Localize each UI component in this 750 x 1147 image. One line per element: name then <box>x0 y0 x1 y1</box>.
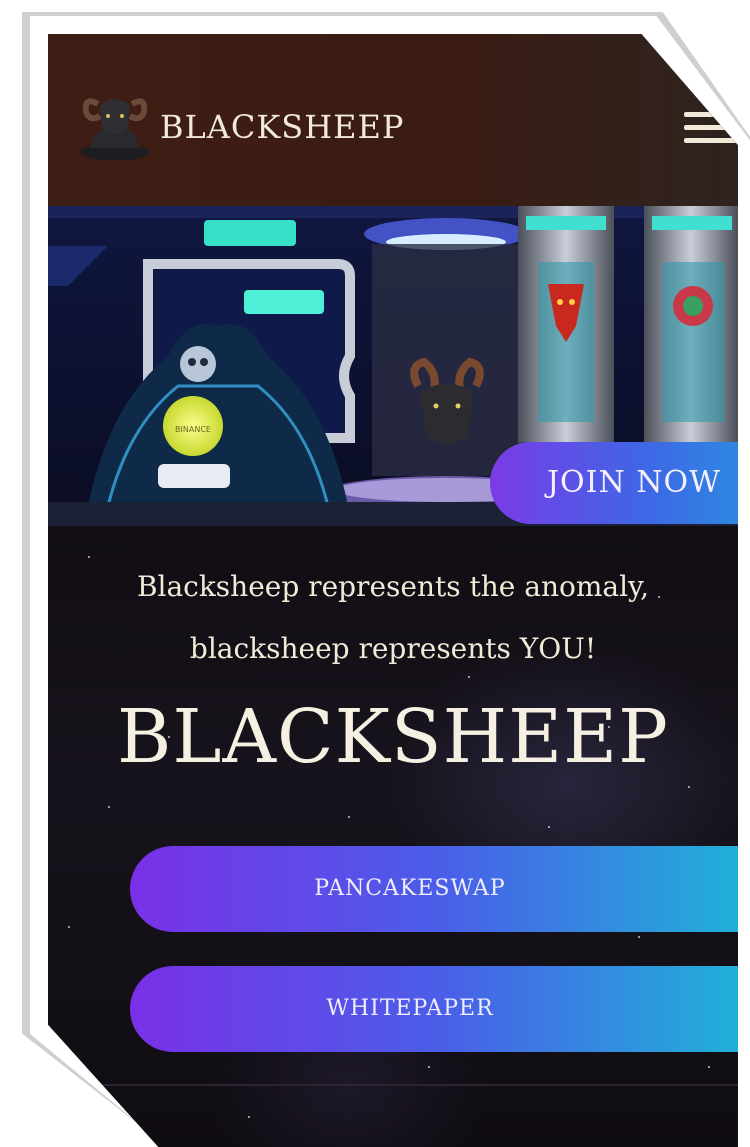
orb-label: BINANCE <box>175 425 211 434</box>
pancakeswap-button[interactable]: PANCAKESWAP <box>130 846 738 932</box>
tagline-line-1: Blacksheep represents the anomaly, <box>136 570 650 603</box>
tagline-line-2: blacksheep represents YOU! <box>189 632 597 665</box>
brand-name[interactable]: BLACKSHEEP <box>160 108 404 146</box>
whitepaper-button[interactable]: WHITEPAPER <box>130 966 738 1052</box>
ram-head-logo-icon[interactable] <box>76 82 154 161</box>
intro-section: Blacksheep represents the anomaly, black… <box>48 526 738 1147</box>
section-divider <box>48 1084 738 1086</box>
site-header: BLACKSHEEP <box>48 34 738 206</box>
mobile-screen: BLACKSHEEP BINANCE JOIN NOW Blacksheep r… <box>48 34 738 1147</box>
join-now-button[interactable]: JOIN NOW <box>490 442 738 524</box>
page-title: BLACKSHEEP <box>117 694 669 780</box>
